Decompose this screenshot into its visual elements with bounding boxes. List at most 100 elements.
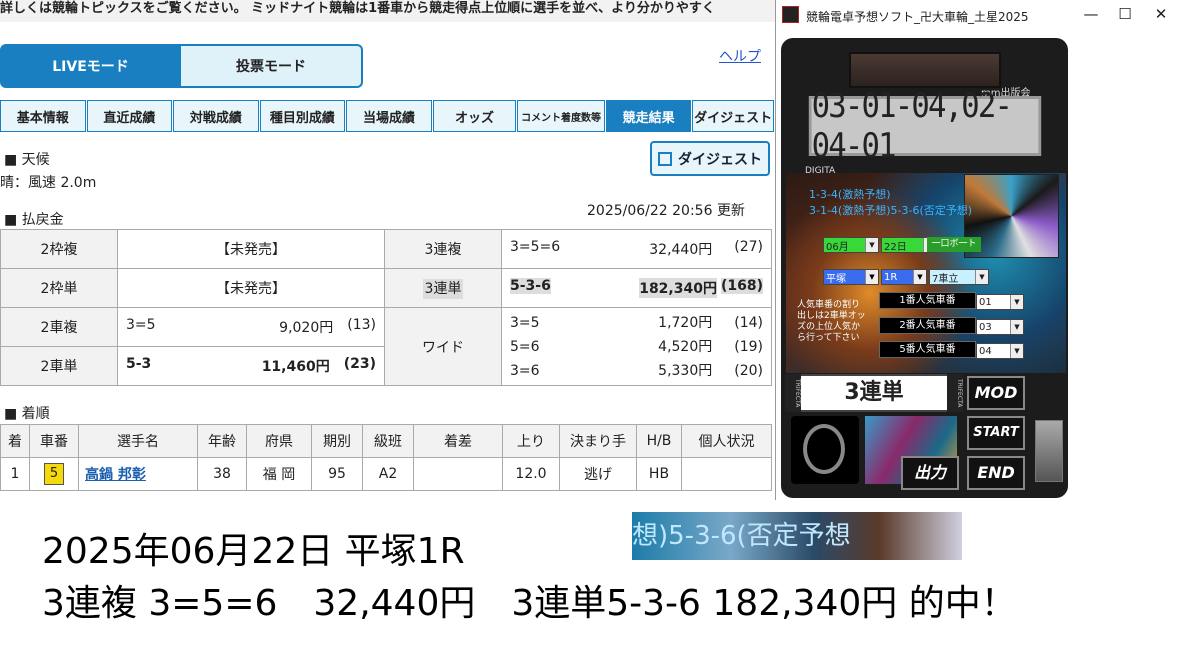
bettype-select[interactable]: 7車立 ▼ [929,269,989,285]
label-santan: 3連単 [384,268,502,308]
label-nishatan: 2車単 [0,346,118,386]
result-headline-payout: 3連複 3=5=6 32,440円 3連単5-3-6 182,340円 的中！ [42,583,1017,624]
tab-basic-info[interactable]: 基本情報 [0,100,86,132]
col-kimari: 決まり手 [559,424,637,458]
wide-row: 3=6 (20) 5,330円 [510,362,763,379]
label-waku-tan: 2枠単 [0,268,118,308]
tab-head-to-head[interactable]: 対戦成績 [173,100,259,132]
popularity-note: 人気車番の割り出しは2車単オッズの上位人気から行って下さい [797,300,866,343]
row-last: 12.0 [502,457,560,491]
digita-label: DIGITA [805,166,836,176]
close-icon[interactable]: ✕ [1146,2,1176,26]
santan-combo: 5-3-6 [510,278,551,294]
venue-select[interactable]: 平塚 ▼ [823,269,879,285]
col-pref: 府県 [246,424,312,458]
rider-name-link[interactable]: 高鍋 邦彰 [85,467,146,483]
tab-recent-results[interactable]: 直近成績 [86,100,173,132]
maximize-icon[interactable]: ☐ [1110,2,1140,26]
end-button[interactable]: END [967,456,1025,490]
col-hb: H/B [636,424,682,458]
payout-table: 2枠複 【未発売】 3連複 3=5=6 (27) 32,440円 2枠単 【未発… [0,229,772,386]
row-pos: 1 [0,457,30,491]
chevron-down-icon: ▼ [1010,344,1023,358]
nishafuku-pop: (13) [347,317,376,333]
finish-heading: ■ 着順 [4,406,50,422]
chevron-down-icon: ▼ [865,238,878,252]
sanfuku-cell: 3=5=6 (27) 32,440円 [501,229,772,269]
col-car: 車番 [29,424,79,458]
solar-panel [849,52,1001,88]
vote-mode-button[interactable]: 投票モード [181,44,363,88]
row-class: A2 [362,457,414,491]
tab-track-results[interactable]: 当場成績 [346,100,432,132]
prediction-strip: 想)5-3-6(否定予想 [632,512,962,560]
value-waku-fuku: 【未発売】 [117,229,385,269]
label-waku-fuku: 2枠複 [0,229,118,269]
window-title: 競輪電卓予想ソフト_卍大車輪_土星2025 [806,10,1029,24]
tab-bar: 基本情報 直近成績 対戦成績 種目別成績 当場成績 オッズ コメント着度数等 競… [0,100,775,134]
chevron-down-icon: ▼ [865,270,878,284]
row-pref: 福 岡 [246,457,312,491]
tab-race-results[interactable]: 競走結果 [605,100,692,132]
disc-image [791,416,859,484]
popular-1-label: 1番人気車番 [879,292,976,309]
nishatan-pop: (23) [343,356,376,372]
news-ticker: 詳しくは競輪トピックスをご覧ください。 ミッドナイト競輪は1番車から競走得点上位… [0,0,775,22]
tab-odds[interactable]: オッズ [432,100,517,132]
nishafuku-amount: 9,020円 [279,320,334,336]
weather-heading: ■ 天候 [4,152,50,168]
updated-time: 2025/06/22 20:56 更新 [587,203,745,219]
help-link[interactable]: ヘルプ [719,46,761,66]
nishatan-combo: 5-3 [126,356,152,372]
popular-2-label: 2番人気車番 [879,317,976,334]
col-age: 年齢 [197,424,247,458]
col-margin: 着差 [413,424,503,458]
mod-button[interactable]: MOD [967,376,1025,410]
output-button[interactable]: 出力 [901,456,959,490]
race-select[interactable]: 1R ▼ [881,269,927,285]
label-nishafuku: 2車複 [0,307,118,347]
santan-pop: (168) [720,278,763,294]
popular-3-label: 5番人気車番 [879,341,976,358]
popular-1-select[interactable]: 01 ▼ [976,294,1024,310]
table-row: 1 5 高鍋 邦彰 38 福 岡 95 A2 12.0 逃げ HB [0,457,772,491]
ring-icon [803,424,845,474]
ichiko-button[interactable]: 一口ボ一ト [927,237,981,252]
finish-table: 着 車番 選手名 年齢 府県 期別 級班 着差 上り 決まり手 H/B 個人状況… [0,424,772,491]
chevron-down-icon: ▼ [1010,295,1023,309]
row-status [681,457,772,491]
chevron-down-icon: ▼ [975,270,988,284]
tab-digest[interactable]: ダイジェスト [692,100,774,132]
popular-2-select[interactable]: 03 ▼ [976,319,1024,335]
col-last: 上り [502,424,560,458]
nishatan-amount: 11,460円 [261,359,330,375]
bet-type-display: 3連単 [785,374,963,412]
tab-event-results[interactable]: 種目別成績 [259,100,346,132]
wide-row: 5=6 (19) 4,520円 [510,338,763,355]
row-term: 95 [311,457,363,491]
nishatan-cell: 5-3 (23) 11,460円 [117,346,385,386]
col-term: 期別 [311,424,363,458]
row-hb: HB [636,457,682,491]
digest-button-label: ダイジェスト [678,151,762,168]
popular-3-select[interactable]: 04 ▼ [976,343,1024,359]
label-sanfuku: 3連複 [384,229,502,269]
sanfuku-combo: 3=5=6 [510,239,561,255]
value-waku-tan: 【未発売】 [117,268,385,308]
calculator-body: mm出版会 03-01-04,02-04-01 DIGITA 1-3-4(激熱予… [781,38,1068,498]
label-wide: ワイド [384,307,502,386]
start-button[interactable]: START [967,416,1025,450]
tab-comments[interactable]: コメント着度数等 [517,100,605,132]
live-mode-button[interactable]: LIVEモード [0,44,181,88]
row-kimari: 逃げ [559,457,637,491]
wide-row: 3=5 (14) 1,720円 [510,314,763,331]
nishafuku-cell: 3=5 (13) 9,020円 [117,307,385,347]
month-select[interactable]: 06月 ▼ [823,237,879,253]
col-pos: 着 [0,424,30,458]
trifecta-side-label: TRIFECTA [785,374,801,412]
digest-button[interactable]: ダイジェスト [650,141,770,176]
lcd-display: 03-01-04,02-04-01 [808,86,1042,166]
label-santan-text: 3連単 [422,279,464,299]
minimize-icon[interactable]: — [1076,2,1106,26]
trifecta-side-label-right: TRIFECTA [947,374,963,412]
